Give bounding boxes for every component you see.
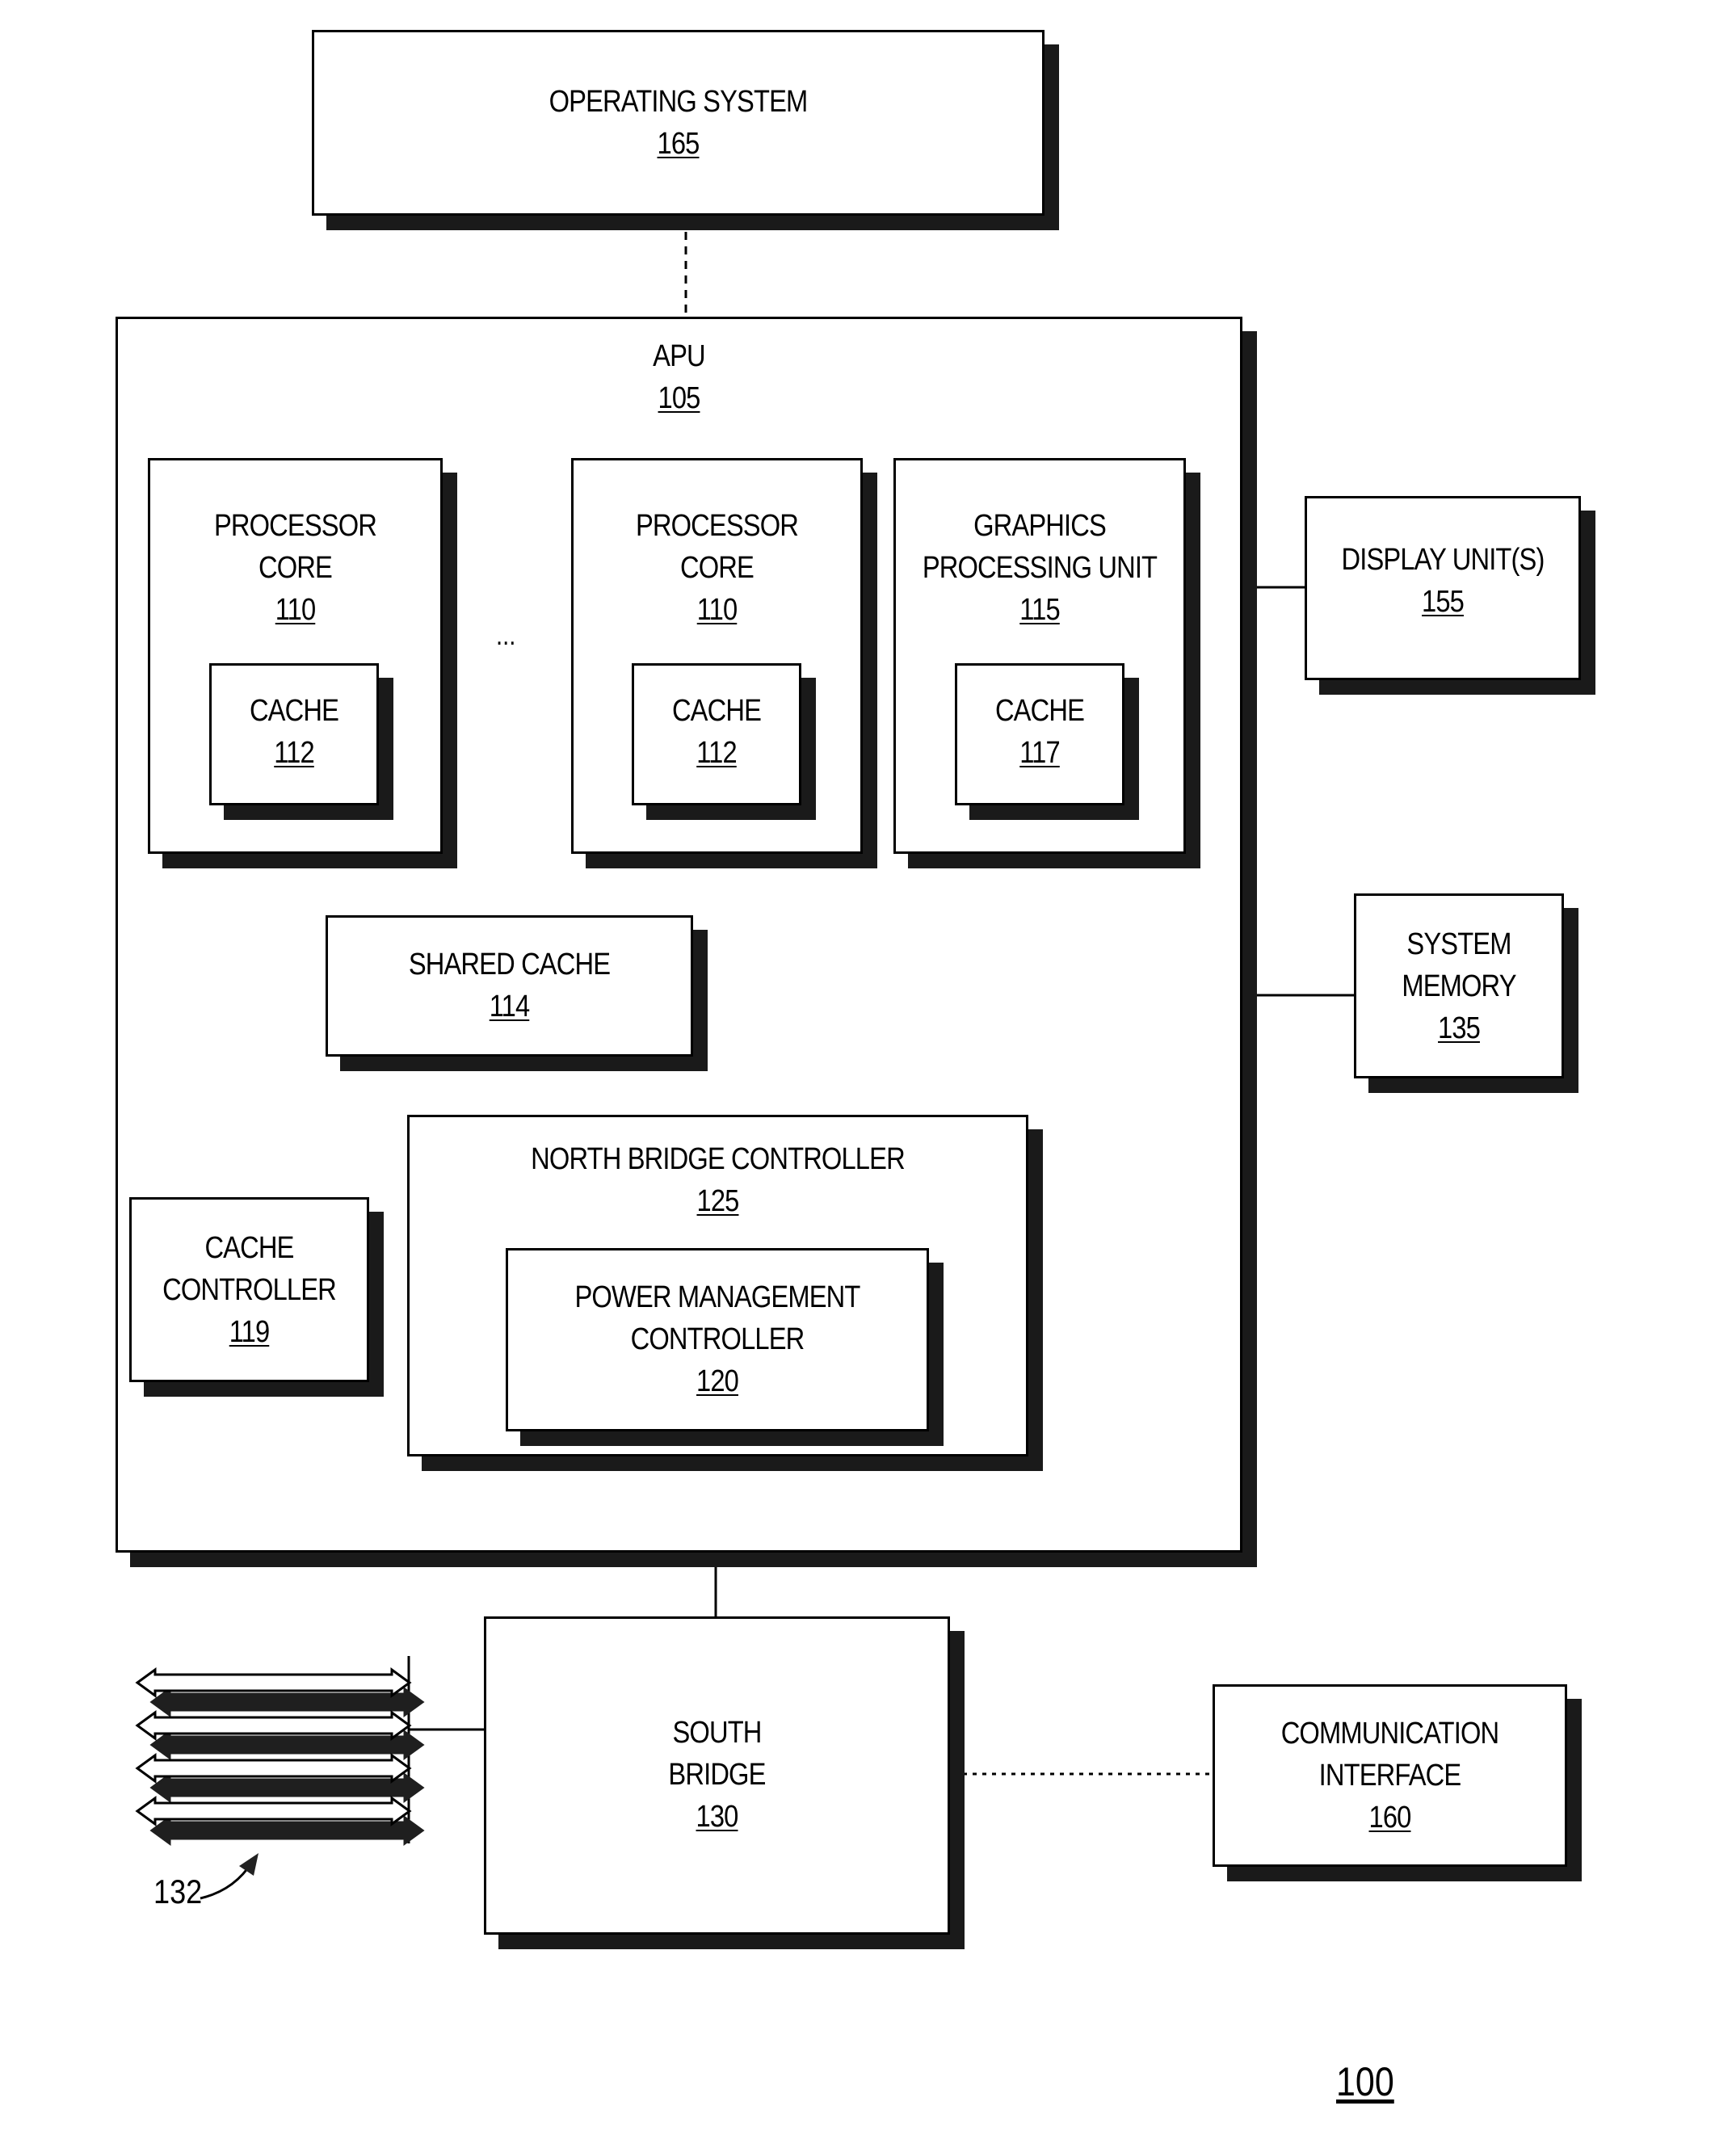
block-ref: 155 <box>1422 585 1465 619</box>
block-name-line: CORE <box>259 551 333 585</box>
bus-arrow-shadow <box>149 1730 425 1760</box>
block-name-line: CACHE <box>204 1231 294 1265</box>
gpu-cache-block[interactable]: CACHE 117 <box>955 663 1124 805</box>
block-ref: 135 <box>1438 1011 1481 1045</box>
block-name: SHARED CACHE <box>408 948 611 981</box>
block-name-line: BRIDGE <box>668 1758 766 1792</box>
block-ref: 120 <box>696 1364 739 1398</box>
bus-arrow-icon <box>135 1667 412 1698</box>
block-ref: 110 <box>275 593 316 627</box>
block-name: DISPLAY UNIT(S) <box>1341 543 1545 577</box>
block-name: NORTH BRIDGE CONTROLLER <box>531 1142 905 1176</box>
block-ref: 105 <box>658 381 701 415</box>
block-name-line: PROCESSOR <box>213 509 377 543</box>
block-name: OPERATING SYSTEM <box>549 85 809 119</box>
south-bridge-block[interactable]: SOUTH BRIDGE 130 <box>484 1616 950 1935</box>
bus-arrow-icon <box>135 1710 412 1741</box>
bus-arrow-shadow <box>149 1687 425 1717</box>
block-ref: 130 <box>696 1800 739 1834</box>
bus-arrow-icon <box>135 1753 412 1784</box>
block-ref: 117 <box>1019 736 1060 770</box>
power-management-block[interactable]: POWER MANAGEMENT CONTROLLER 120 <box>506 1248 929 1431</box>
block-ref: 115 <box>1019 593 1060 627</box>
cache-controller-block[interactable]: CACHE CONTROLLER 119 <box>129 1197 369 1382</box>
block-name: CACHE <box>994 694 1085 728</box>
curved-arrow-head-icon <box>239 1853 259 1876</box>
block-name-line: PROCESSOR <box>635 509 799 543</box>
bus-arrow-shadow <box>149 1815 425 1846</box>
block-name-line: POWER MANAGEMENT <box>574 1280 860 1314</box>
block-name-line: COMMUNICATION <box>1280 1717 1499 1751</box>
block-name: APU <box>653 339 705 373</box>
block-ref: 112 <box>274 736 314 770</box>
block-name-line: CONTROLLER <box>162 1273 337 1307</box>
bus-arrow-shadow <box>149 1772 425 1803</box>
block-ref: 110 <box>696 593 738 627</box>
block-ref: 160 <box>1368 1801 1412 1835</box>
block-name-line: SOUTH <box>672 1716 762 1750</box>
curved-arrow-icon <box>200 1861 254 1900</box>
block-name-line: CORE <box>680 551 755 585</box>
bus-ref-label: 132 <box>153 1872 203 1910</box>
block-ref: 119 <box>229 1315 270 1349</box>
cache-block[interactable]: CACHE 112 <box>632 663 801 805</box>
block-name-line: PROCESSING UNIT <box>922 551 1158 585</box>
block-ref: 112 <box>696 736 737 770</box>
block-ref: 125 <box>696 1184 740 1218</box>
block-name-line: CONTROLLER <box>630 1322 805 1356</box>
system-memory-block[interactable]: SYSTEM MEMORY 135 <box>1354 893 1564 1078</box>
communication-interface-block[interactable]: COMMUNICATION INTERFACE 160 <box>1213 1684 1567 1867</box>
operating-system-block[interactable]: OPERATING SYSTEM 165 <box>312 30 1045 216</box>
display-unit-block[interactable]: DISPLAY UNIT(S) 155 <box>1305 496 1581 680</box>
ellipsis: ... <box>496 620 516 651</box>
cache-block[interactable]: CACHE 112 <box>209 663 379 805</box>
block-ref: 114 <box>489 990 530 1023</box>
block-name-line: MEMORY <box>1402 969 1516 1003</box>
block-name-line: SYSTEM <box>1406 927 1511 961</box>
block-name: CACHE <box>671 694 762 728</box>
figure-number: 100 <box>1336 2059 1394 2104</box>
block-name-line: INTERFACE <box>1318 1759 1462 1793</box>
block-name: CACHE <box>249 694 339 728</box>
block-ref: 165 <box>657 127 700 161</box>
bus-arrow-icon <box>135 1796 412 1826</box>
shared-cache-block[interactable]: SHARED CACHE 114 <box>326 915 693 1057</box>
block-name-line: GRAPHICS <box>973 509 1107 543</box>
